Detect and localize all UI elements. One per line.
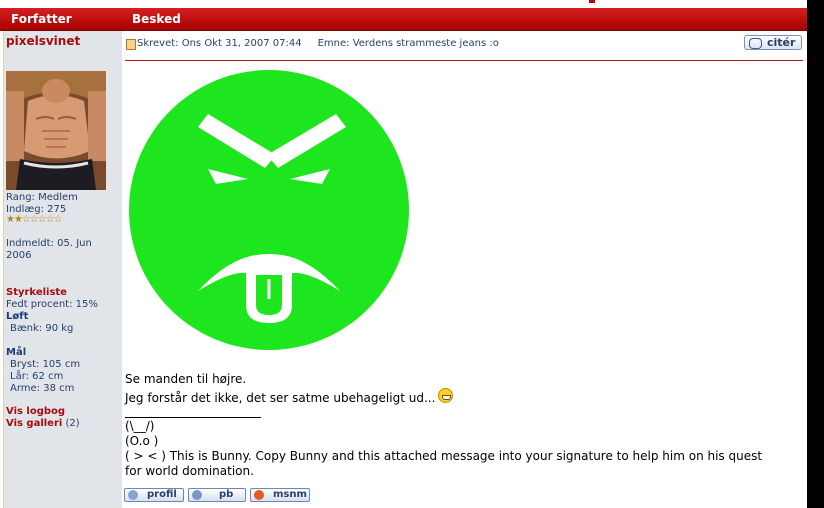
post-line-2-text: Jeg forstår det ikke, det ser satme ubeh… <box>125 391 436 405</box>
msn-butterfly-icon <box>254 490 264 500</box>
author-column-header: Forfatter <box>11 12 72 26</box>
rank-stars-icon: ★★☆☆☆☆☆ <box>6 214 63 225</box>
author-joined: Indmeldt: 05. Jun <box>6 238 92 249</box>
quote-button[interactable]: citér <box>744 35 802 50</box>
strength-list-heading: Styrkeliste <box>6 287 67 298</box>
post-meta: Skrevet: Ons Okt 31, 2007 07:44 Emne: Ver… <box>137 38 499 49</box>
thigh-value: Lår: 62 cm <box>10 371 64 382</box>
bunny-line-2: (O.o ) <box>125 434 159 448</box>
measurements-heading: Mål <box>6 347 27 358</box>
avatar <box>6 71 106 190</box>
author-joined-year: 2006 <box>6 250 32 261</box>
gallery-link-row: Vis galleri (2) <box>6 418 80 430</box>
pm-button-label: pb <box>219 489 234 500</box>
signature-separator <box>125 417 261 418</box>
bunny-line-1: (\__/) <box>125 419 155 433</box>
author-rank: Rang: Medlem <box>6 192 78 203</box>
post-icon <box>126 39 136 50</box>
author-username[interactable]: pixelsvinet <box>6 35 80 47</box>
msnm-button-label: msnm <box>273 489 307 500</box>
message-column-header: Besked <box>132 12 181 26</box>
bunny-line-3: ( > < ) This is Bunny. Copy Bunny and th… <box>125 449 763 463</box>
profile-button-label: profil <box>147 489 177 500</box>
post-line-2: Jeg forstår det ikke, det ser satme ubeh… <box>125 388 454 406</box>
quote-button-label: citér <box>767 36 796 49</box>
disgusted-smiley-image <box>128 69 410 351</box>
arms-value: Arme: 38 cm <box>10 383 75 394</box>
top-strip <box>0 0 807 8</box>
post-table-header: Forfatter Besked <box>0 8 807 31</box>
logbook-link[interactable]: Vis logbog <box>6 406 65 418</box>
chest-value: Bryst: 105 cm <box>10 359 81 370</box>
author-sidebar: pixelsvinet Rang: Medlem Indlæg: 275 ★★☆… <box>3 31 122 508</box>
users-icon <box>192 490 202 500</box>
profile-icon <box>128 490 138 500</box>
bunny-line-4: for world domination. <box>125 464 254 478</box>
quote-bubble-icon <box>749 38 762 49</box>
msn-messenger-button[interactable]: msnm <box>250 488 310 502</box>
post-date: Skrevet: Ons Okt 31, 2007 07:44 <box>137 38 302 49</box>
post-subject: Emne: Verdens strammeste jeans :o <box>317 38 499 49</box>
post-body: Skrevet: Ons Okt 31, 2007 07:44 Emne: Ver… <box>122 31 805 508</box>
post-divider <box>125 60 803 61</box>
top-strip-mark <box>589 0 595 3</box>
gallery-link[interactable]: Vis galleri <box>6 418 62 429</box>
post-line-1: Se manden til højre. <box>125 372 247 386</box>
profile-button[interactable]: profil <box>124 488 184 502</box>
lift-heading: Løft <box>6 311 29 322</box>
fat-percent: Fedt procent: 15% <box>6 299 98 310</box>
gallery-count: (2) <box>65 418 80 429</box>
bench-value: Bænk: 90 kg <box>10 323 74 334</box>
forum-post-frame: Forfatter Besked pixelsvinet Rang: Medle… <box>0 0 807 508</box>
grinning-smiley-icon <box>438 388 454 403</box>
private-message-button[interactable]: pb <box>188 488 246 502</box>
